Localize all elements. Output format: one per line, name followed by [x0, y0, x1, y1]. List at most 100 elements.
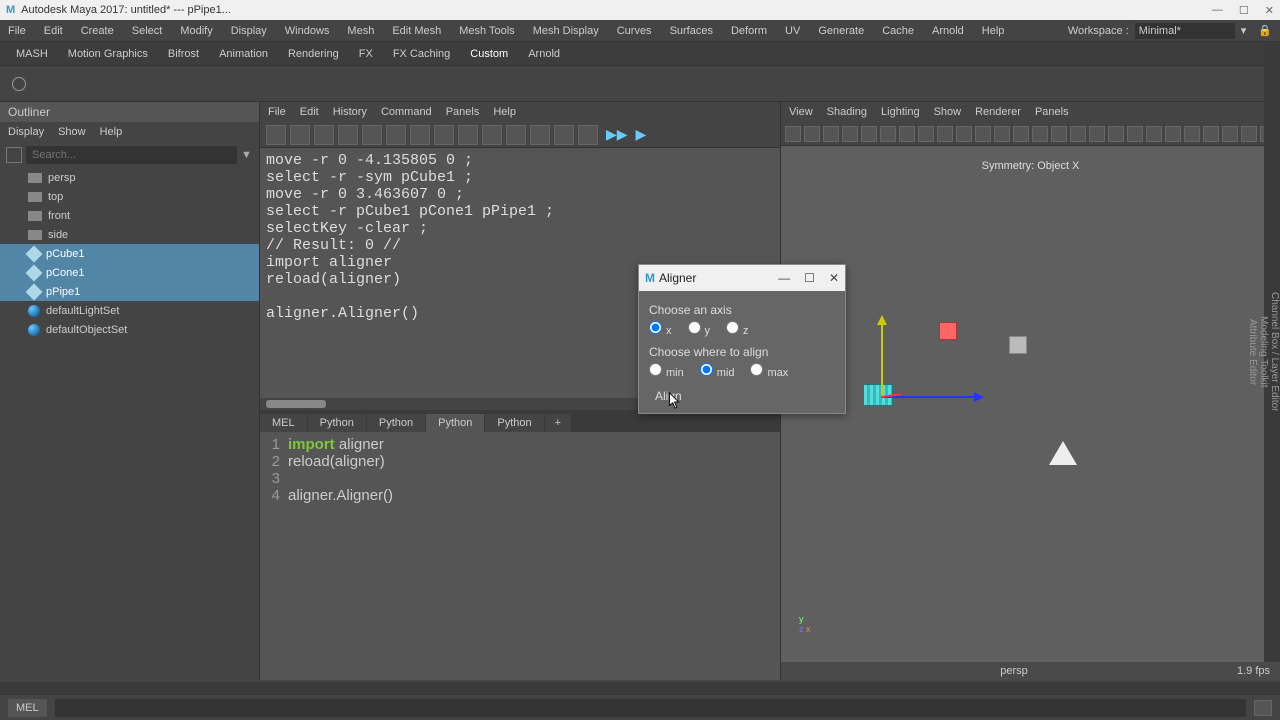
se-menu-panels[interactable]: Panels: [446, 106, 480, 118]
outliner-item-side[interactable]: side: [0, 225, 259, 244]
axis-radio-z[interactable]: z: [726, 321, 749, 337]
se-tool-button-7[interactable]: [434, 125, 454, 145]
menu-mesh-display[interactable]: Mesh Display: [533, 25, 599, 37]
outliner-filter-icon[interactable]: [6, 147, 22, 163]
lock-icon[interactable]: 🔒: [1258, 24, 1272, 37]
gizmo-y-axis[interactable]: [881, 318, 883, 398]
shelf-tab-fx[interactable]: FX: [359, 48, 373, 60]
chevron-down-icon[interactable]: ▼: [241, 149, 253, 161]
vp-menu-lighting[interactable]: Lighting: [881, 106, 920, 118]
vp-tool-button-20[interactable]: [1165, 126, 1181, 142]
se-tab-2[interactable]: Python: [367, 414, 425, 432]
outliner-item-ppipe1[interactable]: pPipe1: [0, 282, 259, 301]
side-tab-attribute-editor[interactable]: Attribute Editor: [1247, 42, 1258, 662]
code-line[interactable]: 3: [260, 470, 780, 487]
vp-tool-button-11[interactable]: [994, 126, 1010, 142]
timeline-scrollbar[interactable]: [0, 682, 1280, 694]
se-tool-button-2[interactable]: [314, 125, 334, 145]
vp-menu-shading[interactable]: Shading: [827, 106, 867, 118]
menu-generate[interactable]: Generate: [818, 25, 864, 37]
outliner-menu-show[interactable]: Show: [58, 126, 86, 138]
axis-radio-y[interactable]: y: [688, 321, 711, 337]
menu-mesh-tools[interactable]: Mesh Tools: [459, 25, 514, 37]
outliner-menu-help[interactable]: Help: [100, 126, 123, 138]
code-line[interactable]: 4aligner.Aligner(): [260, 487, 780, 504]
outliner-item-defaultobjectset[interactable]: defaultObjectSet: [0, 320, 259, 339]
vp-tool-button-16[interactable]: [1089, 126, 1105, 142]
viewport-3d[interactable]: Symmetry: Object X y z x: [781, 146, 1280, 662]
se-tool-button-6[interactable]: [410, 125, 430, 145]
se-tool-button-4[interactable]: [362, 125, 382, 145]
se-menu-command[interactable]: Command: [381, 106, 432, 118]
mode-radio-min[interactable]: min: [649, 363, 684, 379]
vp-tool-button-4[interactable]: [861, 126, 877, 142]
vp-menu-show[interactable]: Show: [934, 106, 962, 118]
aligner-maximize-button[interactable]: ☐: [804, 271, 815, 285]
workspace-selector[interactable]: Workspace : ▾ 🔒: [1068, 23, 1272, 39]
menu-file[interactable]: File: [8, 25, 26, 37]
shelf-tab-animation[interactable]: Animation: [219, 48, 268, 60]
code-line[interactable]: 2reload(aligner): [260, 453, 780, 470]
se-menu-history[interactable]: History: [333, 106, 367, 118]
menu-uv[interactable]: UV: [785, 25, 800, 37]
aligner-close-button[interactable]: ✕: [829, 271, 839, 285]
scrollbar-thumb[interactable]: [266, 400, 326, 408]
se-menu-help[interactable]: Help: [493, 106, 516, 118]
script-input[interactable]: 1import aligner2reload(aligner)34aligner…: [260, 432, 780, 680]
menu-create[interactable]: Create: [81, 25, 114, 37]
vp-tool-button-23[interactable]: [1222, 126, 1238, 142]
menu-mesh[interactable]: Mesh: [347, 25, 374, 37]
vp-tool-button-0[interactable]: [785, 126, 801, 142]
vp-tool-button-9[interactable]: [956, 126, 972, 142]
vp-tool-button-22[interactable]: [1203, 126, 1219, 142]
menu-modify[interactable]: Modify: [180, 25, 212, 37]
se-tab-1[interactable]: Python: [308, 414, 366, 432]
gizmo-x-axis[interactable]: [881, 396, 981, 398]
outliner-item-pcube1[interactable]: pCube1: [0, 244, 259, 263]
shelf-tab-rendering[interactable]: Rendering: [288, 48, 339, 60]
se-tab-add-button[interactable]: +: [545, 414, 571, 432]
vp-tool-button-17[interactable]: [1108, 126, 1124, 142]
se-tab-3[interactable]: Python: [426, 414, 484, 432]
se-tool-button-13[interactable]: [578, 125, 598, 145]
se-tool-button-12[interactable]: [554, 125, 574, 145]
vp-tool-button-21[interactable]: [1184, 126, 1200, 142]
shelf-tab-arnold[interactable]: Arnold: [528, 48, 560, 60]
window-minimize-button[interactable]: —: [1212, 4, 1223, 17]
code-line[interactable]: 1import aligner: [260, 436, 780, 453]
se-tool-button-5[interactable]: [386, 125, 406, 145]
menu-curves[interactable]: Curves: [617, 25, 652, 37]
menu-edit[interactable]: Edit: [44, 25, 63, 37]
se-tool-button-3[interactable]: [338, 125, 358, 145]
menu-edit-mesh[interactable]: Edit Mesh: [392, 25, 441, 37]
vp-tool-button-12[interactable]: [1013, 126, 1029, 142]
right-side-tabs[interactable]: Channel Box / Layer EditorModeling Toolk…: [1264, 42, 1280, 662]
workspace-dropdown-icon[interactable]: ▾: [1241, 24, 1247, 37]
gear-icon[interactable]: [12, 77, 26, 91]
se-tool-button-10[interactable]: [506, 125, 526, 145]
shelf-tab-custom[interactable]: Custom: [470, 48, 508, 60]
object-plane[interactable]: [1009, 336, 1027, 354]
vp-tool-button-19[interactable]: [1146, 126, 1162, 142]
shelf-tab-fx-caching[interactable]: FX Caching: [393, 48, 450, 60]
shelf-tab-bifrost[interactable]: Bifrost: [168, 48, 199, 60]
object-pcone1[interactable]: [1049, 441, 1077, 465]
outliner-tree[interactable]: persptopfrontsidepCube1pCone1pPipe1defau…: [0, 168, 259, 680]
se-tab-4[interactable]: Python: [485, 414, 543, 432]
command-output-toggle[interactable]: [1254, 700, 1272, 716]
command-language-button[interactable]: MEL: [8, 699, 47, 717]
outliner-item-pcone1[interactable]: pCone1: [0, 263, 259, 282]
menu-deform[interactable]: Deform: [731, 25, 767, 37]
vp-tool-button-6[interactable]: [899, 126, 915, 142]
vp-tool-button-5[interactable]: [880, 126, 896, 142]
window-close-button[interactable]: ✕: [1265, 4, 1274, 17]
side-tab-modeling-toolkit[interactable]: Modeling Toolkit: [1258, 42, 1269, 662]
vp-tool-button-2[interactable]: [823, 126, 839, 142]
se-tool-button-9[interactable]: [482, 125, 502, 145]
shelf-tab-mash[interactable]: MASH: [16, 48, 48, 60]
vp-tool-button-18[interactable]: [1127, 126, 1143, 142]
menu-arnold[interactable]: Arnold: [932, 25, 964, 37]
vp-tool-button-15[interactable]: [1070, 126, 1086, 142]
workspace-input[interactable]: [1135, 23, 1235, 39]
outliner-item-persp[interactable]: persp: [0, 168, 259, 187]
